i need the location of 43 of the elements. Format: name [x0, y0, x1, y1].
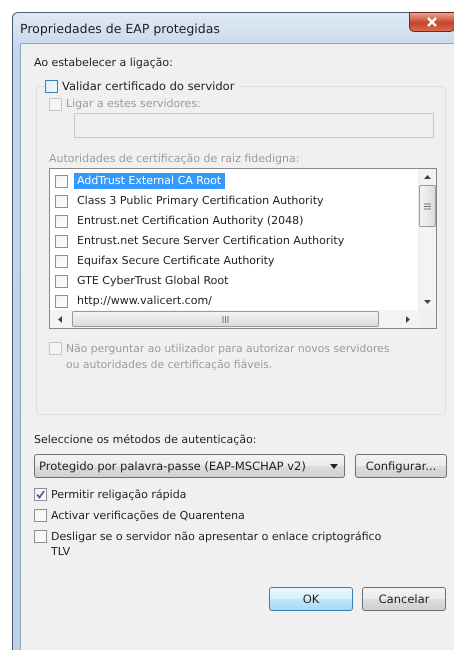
list-item[interactable]: Equifax Secure Certificate Authority — [74, 253, 278, 269]
checkbox[interactable] — [45, 80, 58, 93]
checkbox[interactable] — [55, 254, 68, 268]
checkbox-label: Activar verificações de Quarentena — [51, 508, 246, 523]
list-label: Autoridades de certificação de raiz fidedigna: — [49, 152, 300, 165]
scroll-left-icon — [58, 316, 62, 322]
checkbox-label: Desligar se o servidor não apresentar o enlace criptográfico TLV — [51, 529, 382, 559]
vertical-scrollbar[interactable] — [418, 169, 436, 310]
checkbox[interactable] — [34, 509, 47, 522]
checkbox[interactable] — [34, 530, 47, 543]
dialog-button[interactable]: OK — [269, 587, 353, 611]
checkbox[interactable] — [34, 488, 47, 501]
scroll-thumb[interactable] — [419, 185, 436, 227]
list-item[interactable]: Entrust.net Certification Authority (2048) — [74, 213, 308, 229]
window-title: Propriedades de EAP protegidas — [20, 20, 220, 36]
checkbox-label: Permitir religação rápida — [51, 487, 188, 502]
checkbox[interactable] — [55, 194, 68, 208]
checkbox-label: Não perguntar ao utilizador para autorizar novos servidores ou autoridades de certificação fiáveis. — [66, 341, 390, 373]
checkbox[interactable] — [55, 174, 68, 188]
dialog-button[interactable]: Cancelar — [362, 587, 446, 611]
checkbox[interactable] — [55, 234, 68, 248]
method-dropdown[interactable]: Protegido por palavra-passe (EAP-MSCHAP v2) — [34, 454, 345, 478]
checkbox[interactable] — [55, 274, 68, 288]
list-item[interactable]: Class 3 Public Primary Certification Authority — [74, 193, 328, 209]
checkbox-label: Validar certificado do servidor — [62, 79, 234, 93]
section-label: Ao estabelecer a ligação: — [34, 56, 174, 69]
checkbox[interactable] — [55, 294, 68, 308]
dropdown-arrow-icon — [330, 464, 338, 468]
close-button[interactable] — [409, 12, 454, 32]
list-item[interactable]: GTE CyberTrust Global Root — [74, 273, 232, 289]
checkbox[interactable] — [55, 214, 68, 228]
certificate-list[interactable] — [49, 168, 437, 329]
section-label: Seleccione os métodos de autenticação: — [34, 433, 258, 446]
list-item[interactable]: Entrust.net Secure Server Certification Authority — [74, 233, 348, 249]
scroll-down-icon — [424, 300, 431, 304]
configure-button[interactable]: Configurar... — [355, 454, 447, 478]
scroll-thumb[interactable] — [72, 311, 379, 327]
horizontal-scrollbar[interactable] — [50, 310, 418, 328]
scroll-right-icon — [406, 316, 410, 322]
scroll-up-icon — [424, 175, 431, 179]
list-item[interactable]: http://www.valicert.com/ — [74, 293, 216, 309]
checkbox-label: Ligar a estes servidores: — [66, 97, 201, 110]
close-icon — [426, 17, 438, 27]
